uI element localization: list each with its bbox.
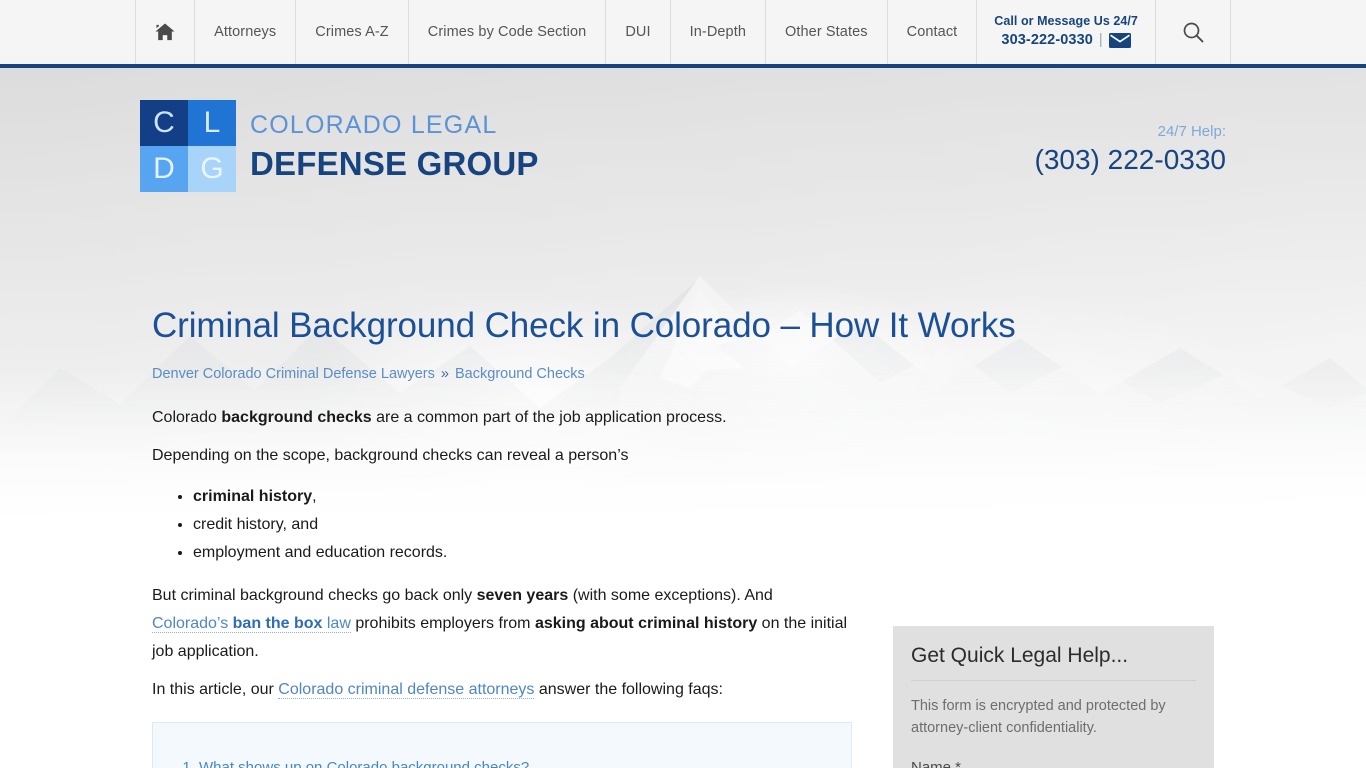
nav-label: Crimes by Code Section (427, 24, 587, 40)
bullet-bold-1: criminal history (193, 488, 313, 505)
article-paragraph-4: In this article, our Colorado criminal d… (152, 676, 852, 704)
p3-text-a: But criminal background checks go back o… (152, 587, 477, 604)
nav-contact-separator: | (1098, 32, 1103, 49)
breadcrumb-current-link[interactable]: Background Checks (455, 366, 585, 382)
header-phone-number[interactable]: (303) 222-0330 (1035, 144, 1226, 176)
faq-link-1[interactable]: What shows up on Colorado background che… (199, 759, 529, 768)
p3-bold-asking: asking about criminal history (534, 615, 758, 632)
link-part-b: ban the box (232, 615, 323, 632)
list-item: What shows up on Colorado background che… (199, 757, 851, 768)
article-paragraph-1: Colorado background checks are a common … (152, 404, 852, 432)
logo-line-2: DEFENSE GROUP (250, 144, 539, 182)
article-bullet-list: criminal history, credit history, and em… (152, 484, 852, 566)
faq-ordered-list: What shows up on Colorado background che… (153, 757, 851, 768)
nav-item-home[interactable] (135, 0, 195, 64)
nav-search-button[interactable] (1154, 0, 1231, 64)
nav-items-container: Attorneys Crimes A-Z Crimes by Code Sect… (135, 0, 1231, 64)
list-item: employment and education records. (193, 540, 852, 566)
criminal-defense-attorneys-link[interactable]: Colorado criminal defense attorneys (278, 681, 535, 699)
bullet-rest-2: credit history, and (193, 516, 319, 533)
quick-legal-help-form: Get Quick Legal Help... This form is enc… (893, 626, 1214, 768)
header-phone-block: 24/7 Help: (303) 222-0330 (1035, 123, 1226, 176)
breadcrumb: Denver Colorado Criminal Defense Lawyers… (152, 366, 585, 382)
nav-label: Crimes A-Z (315, 24, 389, 40)
logo-wordmark: COLORADO LEGAL DEFENSE GROUP (250, 110, 539, 182)
p4-text-a: In this article, our (152, 681, 279, 698)
nav-contact-tagline: Call or Message Us 24/7 (994, 14, 1138, 29)
nav-item-dui[interactable]: DUI (605, 0, 670, 64)
header-phone-label: 24/7 Help: (1157, 123, 1226, 140)
nav-label: Contact (906, 24, 958, 40)
nav-item-contact[interactable]: Contact (886, 0, 977, 64)
breadcrumb-parent-link[interactable]: Denver Colorado Criminal Defense Lawyers (152, 366, 435, 382)
list-item: criminal history, (193, 484, 852, 510)
nav-phone-link[interactable]: 303-222-0330 (1001, 31, 1093, 51)
nav-item-other-states[interactable]: Other States (765, 0, 887, 64)
home-icon (154, 22, 176, 42)
p1-bold: background checks (221, 409, 372, 426)
ban-the-box-link[interactable]: Colorado’s ban the box law (152, 615, 351, 633)
search-icon[interactable] (1182, 21, 1204, 43)
logo-cell-c: C (140, 100, 188, 146)
nav-contact-block[interactable]: Call or Message Us 24/7 303-222-0330 | (976, 0, 1155, 64)
list-item: credit history, and (193, 512, 852, 538)
site-logo[interactable]: C L D G COLORADO LEGAL DEFENSE GROUP (140, 100, 539, 192)
nav-label: Attorneys (214, 24, 277, 40)
article-paragraph-2: Depending on the scope, background check… (152, 447, 629, 464)
logo-line-1: COLORADO LEGAL (250, 110, 498, 139)
bullet-rest-3: employment and education records. (193, 544, 448, 561)
nav-label: Other States (785, 24, 868, 40)
p4-text-b: answer the following faqs: (534, 681, 723, 698)
link-part-a: Colorado’s (152, 615, 233, 632)
bullet-rest-1: , (312, 488, 317, 505)
name-field-label: Name * (911, 759, 962, 768)
nav-label: DUI (625, 24, 651, 40)
article-paragraph-3: But criminal background checks go back o… (152, 582, 852, 666)
p1-text-c: are a common part of the job application… (371, 409, 727, 426)
envelope-icon[interactable] (1108, 33, 1131, 49)
link-part-c: law (322, 615, 351, 632)
faq-list-box: What shows up on Colorado background che… (152, 722, 852, 768)
sidebar-form-title: Get Quick Legal Help... (911, 644, 1196, 681)
brand-row: C L D G COLORADO LEGAL DEFENSE GROUP 24/… (140, 100, 1226, 196)
nav-contact-row: 303-222-0330 | (1001, 31, 1131, 51)
nav-item-crimes-by-code-section[interactable]: Crimes by Code Section (407, 0, 606, 64)
top-navigation-bar: Attorneys Crimes A-Z Crimes by Code Sect… (0, 0, 1366, 68)
page-hero-section: C L D G COLORADO LEGAL DEFENSE GROUP 24/… (0, 68, 1366, 768)
p3-bold-seven-years: seven years (476, 587, 569, 604)
p3-text-d: prohibits employers from (350, 615, 535, 632)
breadcrumb-separator: » (440, 366, 449, 382)
p3-text-c: (with some exceptions). And (568, 587, 773, 604)
logo-cell-d: D (140, 146, 188, 192)
logo-letter-grid: C L D G (140, 100, 236, 192)
logo-cell-l: L (188, 100, 236, 146)
page-title: Criminal Background Check in Colorado – … (152, 306, 1016, 346)
p1-text-a: Colorado (152, 409, 222, 426)
nav-item-in-depth[interactable]: In-Depth (669, 0, 766, 64)
nav-item-crimes-a-z[interactable]: Crimes A-Z (295, 0, 408, 64)
article-body: Colorado background checks are a common … (152, 404, 852, 714)
logo-cell-g: G (188, 146, 236, 192)
nav-item-attorneys[interactable]: Attorneys (194, 0, 296, 64)
nav-label: In-Depth (689, 24, 747, 40)
sidebar-form-description: This form is encrypted and protected by … (911, 698, 1166, 736)
